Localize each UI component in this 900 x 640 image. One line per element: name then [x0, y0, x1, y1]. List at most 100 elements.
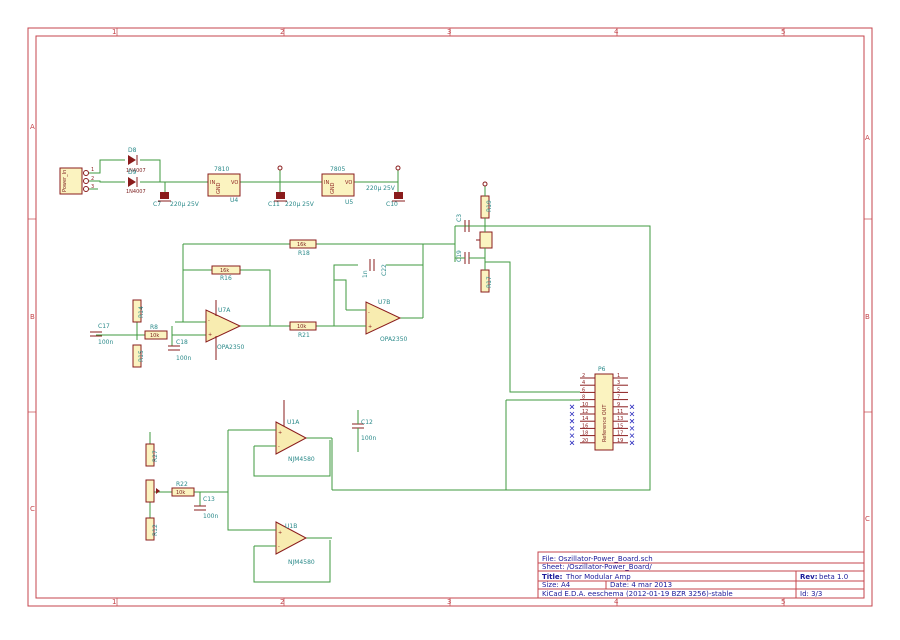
resistor-r15[interactable]: R15	[132, 344, 145, 368]
capacitor-c22[interactable]: C22 1n	[362, 259, 388, 278]
r15-ref: R15	[138, 350, 145, 362]
resistor-r21[interactable]: 10k R21	[289, 321, 317, 339]
r14-ref: R14	[138, 306, 145, 318]
row-label: A	[30, 123, 35, 131]
c13-ref: C13	[203, 496, 215, 503]
tb-rev: beta 1.0	[819, 573, 848, 581]
capacitor-c13[interactable]: C13 100n	[194, 496, 218, 520]
resistor-r22[interactable]: R22 10k	[171, 481, 195, 497]
resistor-r17[interactable]: R17	[480, 269, 493, 293]
c12-ref: C12	[361, 419, 373, 426]
p6-pin-number: 20	[582, 438, 588, 444]
resistor-r19[interactable]: R19	[480, 195, 493, 219]
svg-text:+: +	[208, 332, 212, 338]
resistor-r27[interactable]: R27	[145, 443, 159, 467]
col-label: 5	[781, 598, 785, 606]
no-connect-mark	[569, 411, 575, 417]
p6-body-label: Reference OUT	[602, 404, 608, 442]
capacitor-c12[interactable]: C12 100n	[352, 410, 376, 452]
capacitor-c3[interactable]: C3	[456, 214, 470, 232]
r12-ref: R12	[152, 524, 159, 536]
tb-rev-label: Rev:	[800, 573, 818, 581]
p6-pin-number: 15	[617, 423, 623, 429]
u7b-value: OPA2350	[380, 336, 408, 343]
p6-pin-number: 9	[617, 402, 620, 408]
u1a-ref: U1A	[287, 419, 300, 426]
potentiometer[interactable]	[145, 479, 160, 503]
u7a-value: OPA2350	[217, 344, 245, 351]
capacitor-c19[interactable]: C19	[456, 250, 470, 264]
u4-label: 7810	[214, 166, 229, 173]
resistor-r8[interactable]: R8 10k	[144, 324, 168, 340]
u7a-ref: U7A	[218, 307, 231, 314]
opamp-u1b[interactable]: + - U1B NJM4580	[275, 521, 315, 566]
svg-text:VO: VO	[231, 180, 238, 186]
row-label: B	[865, 313, 870, 321]
c18-ref: C18	[176, 339, 188, 346]
p6-pin-number: 12	[582, 409, 588, 415]
schematic-sheet: 1 2 3 4 5 1 2 3 4 5 A B C A B C Power_In…	[27, 27, 873, 607]
no-connect-mark	[629, 426, 635, 431]
opamp-u7b[interactable]: - + U7B OPA2350	[365, 299, 408, 343]
svg-text:-: -	[208, 318, 210, 324]
r16-ref: R16	[220, 275, 232, 282]
col-label: 4	[614, 28, 619, 36]
u1b-value: NJM4580	[288, 559, 315, 566]
c10-ref: C10	[386, 201, 398, 208]
r27-ref: R27	[152, 450, 159, 462]
tb-date: Date: 4 mar 2013	[610, 581, 672, 589]
d9-ref: D9	[128, 169, 137, 176]
c3-ref: C3	[456, 214, 463, 222]
c13-value: 100n	[203, 513, 218, 520]
u5-label: 7805	[330, 166, 345, 173]
u5-ref: U5	[345, 199, 353, 206]
col-label: 5	[781, 28, 785, 36]
col-label: 3	[447, 598, 451, 606]
c22-ref: C22	[381, 264, 388, 276]
svg-text:-: -	[278, 444, 280, 450]
r17-ref: R17	[486, 276, 493, 288]
transistor-q[interactable]	[476, 231, 493, 249]
opamp-u1a[interactable]: + - U1A NJM4580	[275, 400, 315, 463]
p6-pin-number: 19	[617, 438, 623, 444]
tb-file: File: Oszillator-Power_Board.sch	[542, 555, 653, 563]
p6-pin-number: 11	[617, 409, 623, 415]
p6-ref: P6	[598, 366, 606, 373]
p6-pin-number: 18	[582, 431, 588, 437]
capacitor-c10[interactable]: C10 220µ 25V	[366, 185, 405, 208]
no-connect-mark	[629, 411, 635, 417]
svg-text:+: +	[368, 324, 372, 330]
col-label: 4	[614, 598, 619, 606]
tb-title-label: Title:	[542, 573, 563, 581]
col-label: 1	[112, 28, 116, 36]
resistor-r18[interactable]: 16k R18	[289, 239, 317, 257]
col-label: 1	[112, 598, 116, 606]
c19-ref: C19	[456, 250, 463, 262]
capacitor-c11[interactable]: C11 220µ 25V	[268, 192, 315, 208]
c12-value: 100n	[361, 435, 376, 442]
svg-text:1: 1	[91, 167, 94, 173]
resistor-r14[interactable]: R14	[132, 299, 145, 323]
u4-ref: U4	[230, 197, 238, 204]
tb-sheet: Sheet: /Oszillator-Power_Board/	[542, 563, 652, 571]
col-label: 2	[280, 28, 284, 36]
no-connect-mark	[569, 433, 575, 438]
opamp-u7a[interactable]: - + U7A OPA2350	[205, 300, 245, 360]
svg-text:GND: GND	[216, 182, 222, 194]
c7-ref: C7	[153, 201, 161, 208]
u7b-ref: U7B	[378, 299, 390, 306]
capacitor-c7[interactable]: C7 220µ 25V	[153, 192, 200, 208]
resistor-r16[interactable]: 16k R16	[211, 265, 241, 282]
resistor-r12[interactable]: R12	[145, 517, 159, 541]
regulator-u4[interactable]: 7810 IN VO GND U4	[207, 166, 241, 204]
p6-pin-number: 7	[617, 395, 620, 401]
r18-ref: R18	[298, 250, 310, 257]
regulator-u5[interactable]: 7805 IN VO GND U5	[321, 166, 355, 206]
row-label: C	[30, 505, 35, 513]
c22-value: 1n	[362, 270, 369, 278]
c7-value: 220µ 25V	[170, 201, 200, 208]
p6-pin-number: 4	[582, 380, 585, 386]
connector-p6[interactable]: P6 Reference OUT	[594, 366, 614, 451]
r16-value: 16k	[220, 268, 229, 274]
svg-text:-: -	[278, 544, 280, 550]
